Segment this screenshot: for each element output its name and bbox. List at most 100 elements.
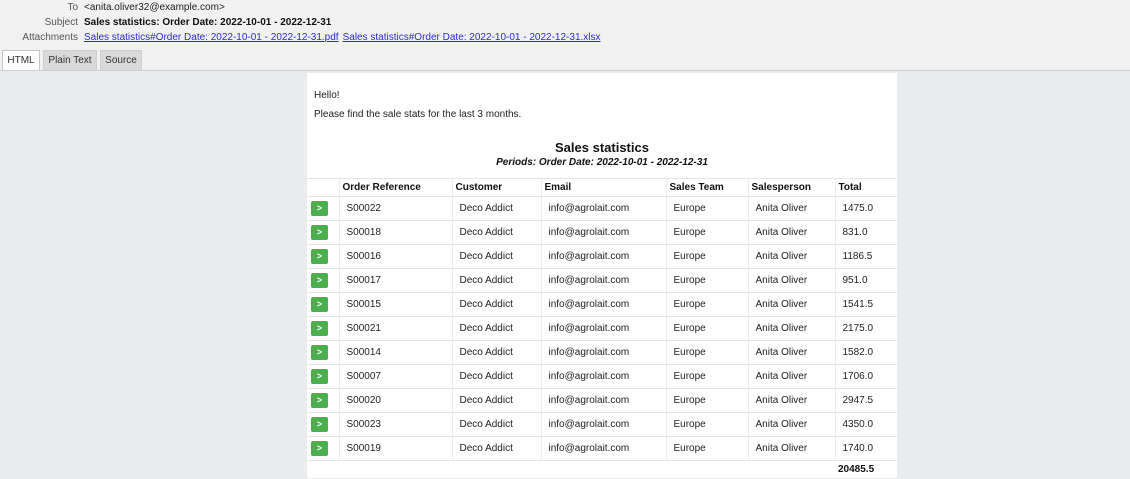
salesperson-cell: Anita Oliver: [747, 388, 835, 413]
sales-team-cell: Europe: [665, 412, 748, 437]
open-order-button[interactable]: >: [311, 321, 328, 336]
sales-team-cell: Europe: [665, 388, 748, 413]
open-order-button[interactable]: >: [311, 249, 328, 264]
header-sales-team: Sales Team: [665, 178, 748, 197]
customer-cell: Deco Addict: [451, 292, 541, 317]
subject-row: Subject Sales statistics: Order Date: 202…: [0, 15, 332, 30]
header-salesperson: Salesperson: [747, 178, 835, 197]
sales-team-cell: Europe: [665, 268, 748, 293]
to-value: <anita.oliver32@example.com>: [84, 2, 225, 13]
row-action-cell: >: [307, 316, 339, 341]
total-cell: 1582.0: [834, 340, 897, 365]
email-cell: info@agrolait.com: [540, 292, 666, 317]
attachments-label: Attachments: [22, 32, 78, 43]
customer-cell: Deco Addict: [451, 316, 541, 341]
email-cell: info@agrolait.com: [540, 436, 666, 461]
email-cell: info@agrolait.com: [540, 364, 666, 389]
salesperson-cell: Anita Oliver: [747, 436, 835, 461]
header-customer: Customer: [451, 178, 541, 197]
table-row: > S00014 Deco Addict info@agrolait.com E…: [307, 340, 897, 365]
header-divider: [0, 70, 1130, 71]
open-order-button[interactable]: >: [311, 345, 328, 360]
header-order-reference: Order Reference: [338, 178, 452, 197]
sales-team-cell: Europe: [665, 316, 748, 341]
order-reference-cell: S00017: [338, 268, 452, 293]
to-row: To <anita.oliver32@example.com>: [0, 0, 225, 15]
open-order-button[interactable]: >: [311, 393, 328, 408]
email-cell: info@agrolait.com: [540, 196, 666, 221]
total-cell: 2947.5: [834, 388, 897, 413]
row-action-cell: >: [307, 268, 339, 293]
total-cell: 1706.0: [834, 364, 897, 389]
tab-source[interactable]: Source: [100, 50, 142, 71]
order-reference-cell: S00021: [338, 316, 452, 341]
report-title: Sales statistics: [555, 140, 649, 155]
header-action: [307, 178, 339, 197]
total-cell: 2175.0: [834, 316, 897, 341]
salesperson-cell: Anita Oliver: [747, 244, 835, 269]
email-header: To <anita.oliver32@example.com> Subject Sa…: [0, 0, 1130, 71]
to-label: To: [67, 2, 78, 13]
email-cell: info@agrolait.com: [540, 244, 666, 269]
row-action-cell: >: [307, 220, 339, 245]
sales-team-cell: Europe: [665, 196, 748, 221]
email-cell: info@agrolait.com: [540, 268, 666, 293]
open-order-button[interactable]: >: [311, 297, 328, 312]
total-cell: 1475.0: [834, 196, 897, 221]
order-reference-cell: S00018: [338, 220, 452, 245]
row-action-cell: >: [307, 244, 339, 269]
open-order-button[interactable]: >: [311, 369, 328, 384]
open-order-button[interactable]: >: [311, 201, 328, 216]
row-action-cell: >: [307, 412, 339, 437]
salesperson-cell: Anita Oliver: [747, 196, 835, 221]
salesperson-cell: Anita Oliver: [747, 220, 835, 245]
customer-cell: Deco Addict: [451, 196, 541, 221]
total-cell: 4350.0: [834, 412, 897, 437]
order-reference-cell: S00019: [338, 436, 452, 461]
table-row: > S00017 Deco Addict info@agrolait.com E…: [307, 268, 897, 293]
row-action-cell: >: [307, 388, 339, 413]
order-reference-cell: S00023: [338, 412, 452, 437]
row-action-cell: >: [307, 196, 339, 221]
salesperson-cell: Anita Oliver: [747, 268, 835, 293]
total-cell: 1186.5: [834, 244, 897, 269]
open-order-button[interactable]: >: [311, 417, 328, 432]
grand-total-value: 20485.5: [835, 460, 897, 479]
table-row: > S00019 Deco Addict info@agrolait.com E…: [307, 436, 897, 461]
sales-team-cell: Europe: [665, 364, 748, 389]
customer-cell: Deco Addict: [451, 388, 541, 413]
table-row: > S00020 Deco Addict info@agrolait.com E…: [307, 388, 897, 413]
customer-cell: Deco Addict: [451, 436, 541, 461]
sales-team-cell: Europe: [665, 292, 748, 317]
salesperson-cell: Anita Oliver: [747, 292, 835, 317]
sales-table: Order Reference Customer Email Sales Tea…: [307, 178, 897, 479]
grand-total-row: 20485.5: [307, 460, 897, 479]
order-reference-cell: S00016: [338, 244, 452, 269]
email-cell: info@agrolait.com: [540, 340, 666, 365]
table-row: > S00015 Deco Addict info@agrolait.com E…: [307, 292, 897, 317]
attachment-xlsx-link[interactable]: Sales statistics#Order Date: 2022-10-01 …: [343, 32, 601, 43]
order-reference-cell: S00020: [338, 388, 452, 413]
row-action-cell: >: [307, 364, 339, 389]
subject-label: Subject: [44, 17, 78, 28]
row-action-cell: >: [307, 436, 339, 461]
open-order-button[interactable]: >: [311, 273, 328, 288]
table-row: > S00021 Deco Addict info@agrolait.com E…: [307, 316, 897, 341]
table-header-row: Order Reference Customer Email Sales Tea…: [307, 178, 897, 197]
total-cell: 951.0: [834, 268, 897, 293]
open-order-button[interactable]: >: [311, 225, 328, 240]
grand-total-spacer: [307, 460, 835, 479]
salesperson-cell: Anita Oliver: [747, 364, 835, 389]
tab-plain-text[interactable]: Plain Text: [43, 50, 97, 71]
open-order-button[interactable]: >: [311, 441, 328, 456]
sales-team-cell: Europe: [665, 436, 748, 461]
attachments-row: Attachments Sales statistics#Order Date: …: [0, 30, 605, 45]
email-cell: info@agrolait.com: [540, 412, 666, 437]
customer-cell: Deco Addict: [451, 412, 541, 437]
attachment-pdf-link[interactable]: Sales statistics#Order Date: 2022-10-01 …: [84, 32, 339, 43]
order-reference-cell: S00015: [338, 292, 452, 317]
tab-html[interactable]: HTML: [2, 50, 40, 71]
table-row: > S00023 Deco Addict info@agrolait.com E…: [307, 412, 897, 437]
salesperson-cell: Anita Oliver: [747, 340, 835, 365]
row-action-cell: >: [307, 340, 339, 365]
